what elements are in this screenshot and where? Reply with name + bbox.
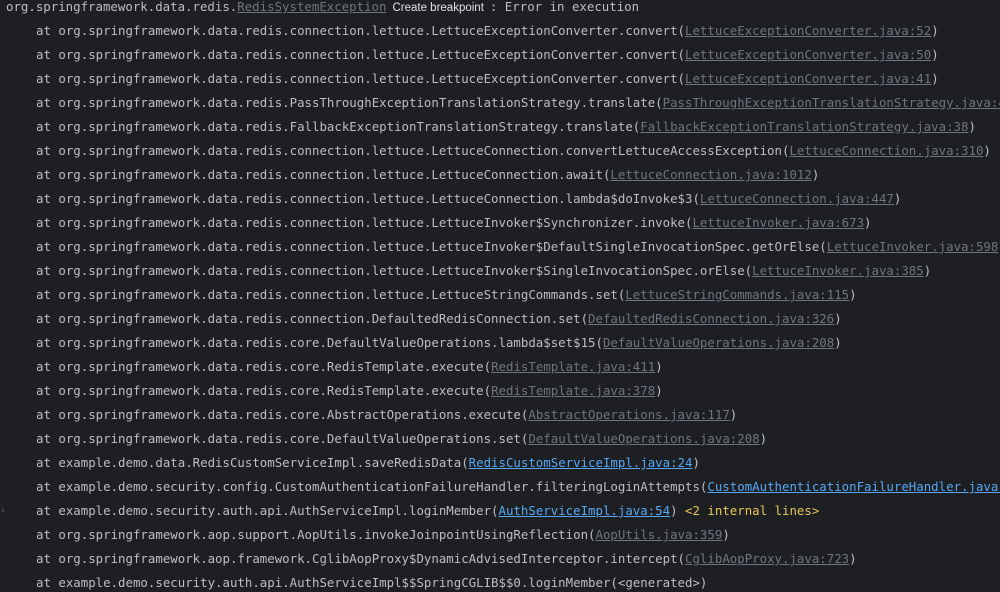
- source-link[interactable]: RedisTemplate.java:411: [491, 359, 655, 374]
- frame-close-paren: ): [834, 335, 842, 350]
- frame-method: at org.springframework.data.redis.connec…: [36, 215, 693, 230]
- frame-method: at org.springframework.data.redis.connec…: [36, 167, 611, 182]
- frame-close-paren: ): [983, 143, 991, 158]
- source-link[interactable]: FallbackExceptionTranslationStrategy.jav…: [640, 119, 968, 134]
- exception-header-line: org.springframework.data.redis.RedisSyst…: [0, 0, 639, 19]
- stack-frame-line: at example.demo.security.auth.api.AuthSe…: [0, 571, 707, 592]
- stack-frame-line: at org.springframework.data.redis.connec…: [0, 19, 939, 43]
- source-link[interactable]: LettuceExceptionConverter.java:52: [685, 23, 931, 38]
- frame-method: at org.springframework.aop.framework.Cgl…: [36, 551, 686, 566]
- stack-frame-line: at org.springframework.data.redis.core.R…: [0, 355, 663, 379]
- frame-close-paren: ): [864, 215, 872, 230]
- stack-frame-line: at org.springframework.data.redis.connec…: [0, 67, 939, 91]
- frame-close-paren: ): [655, 383, 663, 398]
- frame-method: at org.springframework.data.redis.connec…: [36, 47, 686, 62]
- source-link[interactable]: PassThroughExceptionTranslationStrategy.…: [663, 95, 1000, 110]
- exception-class-link[interactable]: RedisSystemException: [237, 0, 386, 14]
- frame-method: at org.springframework.data.redis.core.R…: [36, 359, 492, 374]
- frame-close-paren: ): [931, 47, 939, 62]
- stack-frame-line: at org.springframework.data.redis.core.R…: [0, 379, 663, 403]
- frame-close-paren: ): [692, 455, 700, 470]
- source-link[interactable]: RedisTemplate.java:378: [491, 383, 655, 398]
- source-link[interactable]: DefaultValueOperations.java:208: [528, 431, 759, 446]
- stack-frame-line: at org.springframework.data.redis.connec…: [0, 139, 991, 163]
- frame-close-paren: ): [759, 431, 768, 446]
- frame-method: at org.springframework.data.redis.connec…: [36, 191, 700, 206]
- frame-close-paren: ): [893, 191, 902, 206]
- frame-method: at org.springframework.data.redis.connec…: [36, 71, 686, 86]
- frame-close-paren: ): [655, 359, 663, 374]
- source-link[interactable]: RedisCustomServiceImpl.java:24: [469, 455, 693, 470]
- source-link[interactable]: LettuceStringCommands.java:115: [625, 287, 849, 302]
- frame-close-paren: ): [931, 71, 939, 86]
- stack-frame-line: at org.springframework.data.redis.connec…: [0, 259, 931, 283]
- frame-close-paren: ): [923, 263, 932, 278]
- frame-method: at org.springframework.aop.support.AopUt…: [36, 527, 596, 542]
- source-link[interactable]: LettuceConnection.java:1012: [610, 167, 811, 182]
- source-link[interactable]: CglibAopProxy.java:723: [685, 551, 849, 566]
- exception-message: : Error in execution: [489, 0, 640, 14]
- source-link[interactable]: LettuceConnection.java:310: [789, 143, 983, 158]
- source-link[interactable]: LettuceInvoker.java:673: [692, 215, 864, 230]
- frame-method: at org.springframework.data.redis.core.D…: [36, 335, 603, 350]
- frame-method: at example.demo.security.auth.api.AuthSe…: [36, 503, 499, 518]
- source-link[interactable]: LettuceInvoker.java:385: [752, 263, 924, 278]
- source-link[interactable]: AbstractOperations.java:117: [528, 407, 729, 422]
- frame-close-paren: ): [729, 407, 738, 422]
- source-link[interactable]: LettuceInvoker.java:598: [827, 239, 999, 254]
- stack-frame-line: at example.demo.security.auth.api.AuthSe…: [0, 499, 819, 523]
- stack-frame-line: at example.demo.security.config.CustomAu…: [0, 475, 1000, 499]
- frame-method: at org.springframework.data.redis.connec…: [36, 263, 753, 278]
- frame-method: at example.demo.security.auth.api.AuthSe…: [36, 575, 708, 590]
- source-link[interactable]: AuthServiceImpl.java:54: [499, 503, 671, 518]
- frame-method: at org.springframework.data.redis.connec…: [36, 287, 626, 302]
- stack-frame-line: at org.springframework.data.redis.connec…: [0, 211, 872, 235]
- frame-method: at org.springframework.data.redis.connec…: [36, 23, 686, 38]
- frame-close-paren: ): [834, 311, 842, 326]
- stack-frame-line: at org.springframework.data.redis.connec…: [0, 163, 819, 187]
- frame-close-paren: ): [849, 551, 857, 566]
- frame-close-paren: ): [931, 23, 939, 38]
- stack-frame-line: at org.springframework.data.redis.connec…: [0, 43, 939, 67]
- frame-close-paren: ): [722, 527, 730, 542]
- stack-frame-line: at org.springframework.data.redis.connec…: [0, 283, 857, 307]
- stack-frame-line: at org.springframework.data.redis.PassTh…: [0, 91, 1000, 115]
- source-link[interactable]: DefaultValueOperations.java:208: [603, 335, 834, 350]
- frame-method: at example.demo.security.config.CustomAu…: [36, 479, 708, 494]
- frame-close-paren: ): [670, 503, 678, 518]
- source-link[interactable]: LettuceExceptionConverter.java:50: [685, 47, 931, 62]
- frame-method: at org.springframework.data.redis.PassTh…: [36, 95, 663, 110]
- source-link[interactable]: DefaultedRedisConnection.java:326: [588, 311, 834, 326]
- frame-method: at org.springframework.data.redis.core.D…: [36, 431, 529, 446]
- stack-frame-line: at org.springframework.data.redis.connec…: [0, 235, 1000, 259]
- frame-method: at org.springframework.data.redis.Fallba…: [36, 119, 641, 134]
- source-link[interactable]: AopUtils.java:359: [596, 527, 723, 542]
- frame-method: at org.springframework.data.redis.core.A…: [36, 407, 529, 422]
- frame-close-paren: ): [811, 167, 820, 182]
- frame-method: at org.springframework.data.redis.connec…: [36, 239, 827, 254]
- frame-method: at example.demo.data.RedisCustomServiceI…: [36, 455, 469, 470]
- stack-frame-line: at org.springframework.aop.support.AopUt…: [0, 523, 730, 547]
- stack-frame-line: at example.demo.data.RedisCustomServiceI…: [0, 451, 700, 475]
- stack-frame-line: at org.springframework.data.redis.connec…: [0, 187, 901, 211]
- stack-frame-line: at org.springframework.aop.framework.Cgl…: [0, 547, 857, 571]
- frame-close-paren: ): [968, 119, 976, 134]
- stack-frame-line: at org.springframework.data.redis.core.D…: [0, 331, 842, 355]
- frame-method: at org.springframework.data.redis.core.R…: [36, 383, 492, 398]
- stack-frame-line: at org.springframework.data.redis.core.D…: [0, 427, 767, 451]
- frame-method: at org.springframework.data.redis.connec…: [36, 143, 790, 158]
- stack-frame-line: at org.springframework.data.redis.connec…: [0, 307, 842, 331]
- exception-package: org.springframework.data.redis.: [6, 0, 238, 14]
- source-link[interactable]: CustomAuthenticationFailureHandler.java:…: [707, 479, 1000, 494]
- console-output: › org.springframework.data.redis.RedisSy…: [0, 0, 1000, 592]
- stack-frame-line: at org.springframework.data.redis.core.A…: [0, 403, 737, 427]
- stack-frame-line: at org.springframework.data.redis.Fallba…: [0, 115, 976, 139]
- internal-lines-toggle[interactable]: <2 internal lines>: [685, 503, 819, 518]
- source-link[interactable]: LettuceConnection.java:447: [700, 191, 894, 206]
- frame-method: at org.springframework.data.redis.connec…: [36, 311, 589, 326]
- create-breakpoint-button[interactable]: Create breakpoint: [392, 2, 483, 14]
- source-link[interactable]: LettuceExceptionConverter.java:41: [685, 71, 931, 86]
- frame-close-paren: ): [849, 287, 857, 302]
